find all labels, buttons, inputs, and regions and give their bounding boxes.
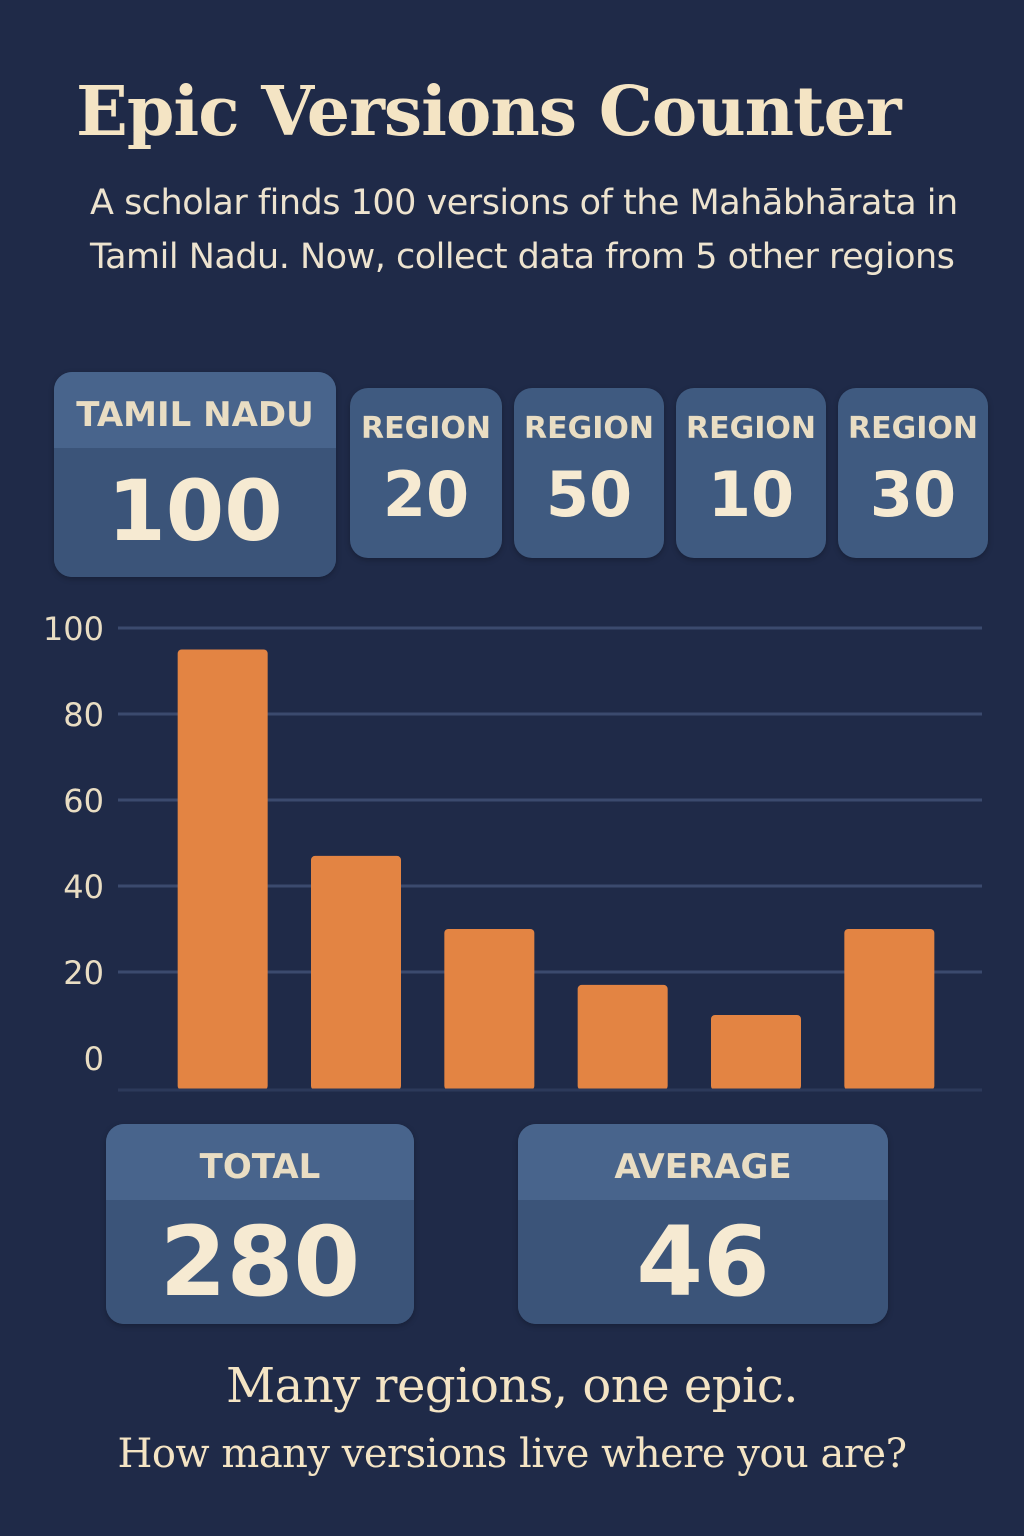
- y-tick-label: 20: [63, 954, 104, 992]
- total-card: TOTAL 280: [106, 1124, 414, 1324]
- page-title: Epic Versions Counter: [76, 72, 902, 152]
- region-card-value: 10: [707, 458, 795, 531]
- region-card-value: 20: [382, 458, 470, 531]
- bar: [711, 1015, 801, 1090]
- total-value: 280: [106, 1200, 414, 1324]
- region-card-tamil-nadu: TAMIL NADU 100: [54, 372, 336, 577]
- y-tick-label: 100: [43, 610, 104, 648]
- closing-line-1: Many regions, one epic.: [225, 1358, 799, 1414]
- y-axis-ticks: 0 20 40 60 80 100: [43, 610, 104, 1078]
- bar: [311, 855, 401, 1090]
- bar: [577, 984, 668, 1090]
- y-tick-label: 80: [63, 696, 104, 734]
- y-tick-label: 0: [84, 1040, 104, 1078]
- region-card-value: 30: [869, 458, 957, 531]
- average-card: AVERAGE 46: [518, 1124, 888, 1324]
- region-card-3: REGION 50: [514, 388, 664, 558]
- y-tick-label: 60: [63, 782, 104, 820]
- bar: [177, 649, 268, 1090]
- bar: [444, 929, 535, 1090]
- region-card-5: REGION 30: [838, 388, 988, 558]
- region-card-4: REGION 10: [676, 388, 826, 558]
- region-card-2: REGION 20: [350, 388, 502, 558]
- bar-chart: 0 20 40 60 80 100: [43, 610, 982, 1092]
- bar: [844, 929, 935, 1090]
- page-subtitle: A scholar finds 100 versions of the Mahā…: [90, 183, 958, 277]
- chart-bars: [177, 649, 935, 1090]
- total-label: TOTAL: [106, 1124, 414, 1200]
- region-card-value: 50: [545, 458, 633, 531]
- closing-line-2: How many versions live where you are?: [117, 1431, 907, 1477]
- average-value: 46: [518, 1200, 888, 1324]
- region-card-value: 100: [54, 448, 336, 577]
- average-label: AVERAGE: [518, 1124, 888, 1200]
- region-card-label: TAMIL NADU: [54, 372, 336, 448]
- y-tick-label: 40: [63, 868, 104, 906]
